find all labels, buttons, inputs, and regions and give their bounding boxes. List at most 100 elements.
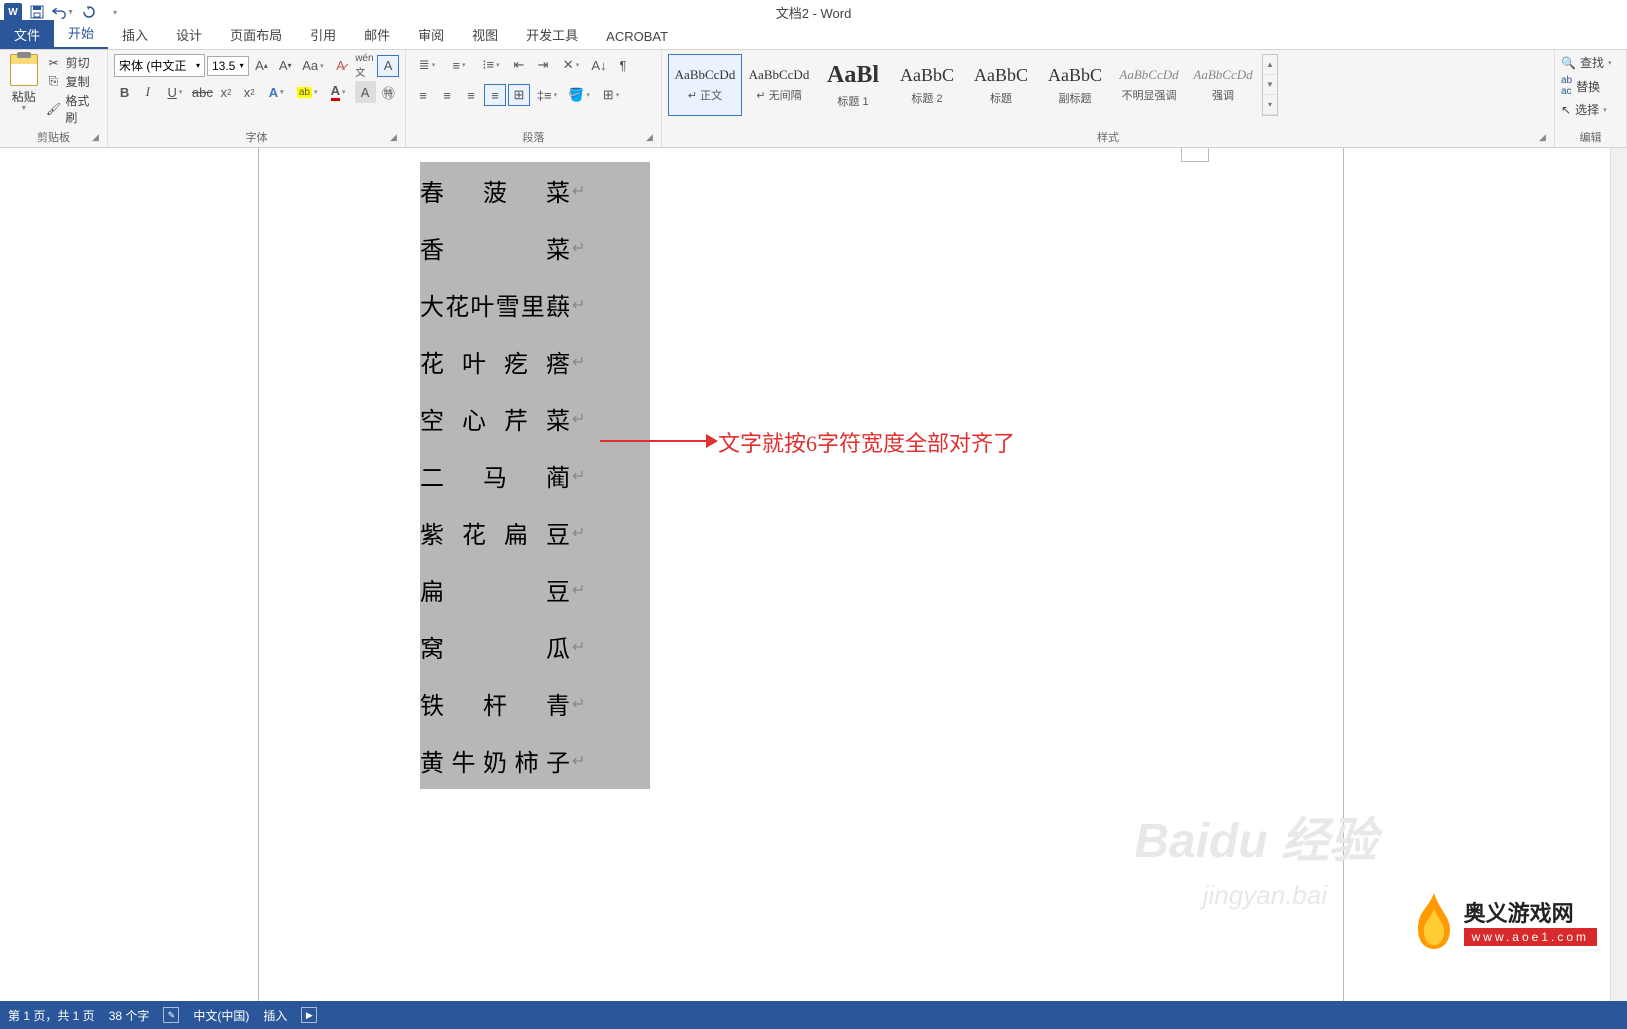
italic-button[interactable]: I	[137, 81, 158, 103]
status-words[interactable]: 38 个字	[109, 1007, 150, 1024]
find-button[interactable]: 🔍查找▾	[1561, 54, 1620, 71]
replace-button[interactable]: abac替换	[1561, 75, 1620, 97]
font-color-button[interactable]: A▾	[324, 81, 353, 103]
document-line[interactable]: 窝瓜↵	[420, 618, 650, 675]
styles-group-label: 样式	[668, 127, 1548, 145]
char-border-button[interactable]: A	[377, 55, 399, 77]
tab-insert[interactable]: 插入	[108, 20, 162, 49]
line-text: 空心芹菜	[420, 401, 570, 436]
paragraph-dialog-launcher[interactable]: ◢	[646, 132, 658, 144]
shading-button[interactable]: 🪣▾	[564, 84, 594, 106]
tab-view[interactable]: 视图	[458, 20, 512, 49]
tab-file[interactable]: 文件	[0, 20, 54, 49]
line-spacing-button[interactable]: ‡≡▾	[532, 84, 562, 106]
gallery-up-button[interactable]: ▲	[1263, 55, 1277, 75]
asian-layout-button[interactable]: ✕▾	[556, 54, 586, 76]
decrease-indent-button[interactable]: ⇤	[508, 54, 530, 76]
strike-button[interactable]: abc	[191, 81, 213, 103]
clear-format-button[interactable]: A̷	[330, 55, 352, 77]
flame-icon	[1410, 891, 1458, 951]
style-item-7[interactable]: AaBbCcDd强调	[1186, 54, 1260, 116]
styles-gallery[interactable]: AaBbCcDd↵ 正文AaBbCcDd↵ 无间隔AaBl标题 1AaBbC标题…	[668, 54, 1260, 116]
selected-text-block[interactable]: 春菠菜↵香菜↵大花叶雪里蕻↵花叶疙瘩↵空心芹菜↵二马蔺↵紫花扁豆↵扁豆↵窝瓜↵铁…	[420, 162, 650, 789]
tab-review[interactable]: 审阅	[404, 20, 458, 49]
paragraph-mark-icon: ↵	[572, 409, 585, 429]
status-mode[interactable]: 插入	[263, 1007, 287, 1024]
style-item-1[interactable]: AaBbCcDd↵ 无间隔	[742, 54, 816, 116]
cut-button[interactable]: ✂剪切	[46, 54, 101, 71]
phonetic-guide-button[interactable]: wén文	[354, 55, 376, 77]
paragraph-mark-icon: ↵	[572, 580, 585, 600]
brush-icon: 🖌	[46, 101, 62, 117]
clipboard-dialog-launcher[interactable]: ◢	[92, 132, 104, 144]
document-line[interactable]: 紫花扁豆↵	[420, 504, 650, 561]
tab-developer[interactable]: 开发工具	[512, 20, 592, 49]
distributed-button[interactable]: ⊞	[508, 84, 530, 106]
bold-button[interactable]: B	[114, 81, 135, 103]
tab-references[interactable]: 引用	[296, 20, 350, 49]
tab-design[interactable]: 设计	[162, 20, 216, 49]
paragraph-mark-icon: ↵	[572, 181, 585, 201]
style-item-6[interactable]: AaBbCcDd不明显强调	[1112, 54, 1186, 116]
style-name-label: 标题 2	[911, 90, 942, 106]
select-icon: ↖	[1561, 103, 1571, 117]
tab-home[interactable]: 开始	[54, 18, 108, 49]
tab-layout[interactable]: 页面布局	[216, 20, 296, 49]
document-line[interactable]: 扁豆↵	[420, 561, 650, 618]
gallery-more-button[interactable]: ▾	[1263, 95, 1277, 115]
select-button[interactable]: ↖选择▾	[1561, 101, 1620, 118]
sort-button[interactable]: A↓	[588, 54, 610, 76]
tab-mailings[interactable]: 邮件	[350, 20, 404, 49]
style-item-5[interactable]: AaBbC副标题	[1038, 54, 1112, 116]
document-line[interactable]: 香菜↵	[420, 219, 650, 276]
style-item-0[interactable]: AaBbCcDd↵ 正文	[668, 54, 742, 116]
highlight-button[interactable]: ab▾	[293, 81, 322, 103]
status-proofing-icon[interactable]: ✎	[163, 1007, 179, 1023]
font-dialog-launcher[interactable]: ◢	[390, 132, 402, 144]
status-language[interactable]: 中文(中国)	[193, 1007, 249, 1024]
document-line[interactable]: 大花叶雪里蕻↵	[420, 276, 650, 333]
underline-button[interactable]: U▾	[160, 81, 189, 103]
style-item-2[interactable]: AaBl标题 1	[816, 54, 890, 116]
align-center-button[interactable]: ≡	[436, 84, 458, 106]
document-line[interactable]: 春菠菜↵	[420, 162, 650, 219]
multilevel-button[interactable]: ⁝≡▾	[476, 54, 506, 76]
superscript-button[interactable]: x2	[239, 81, 260, 103]
grow-font-button[interactable]: A▴	[251, 55, 273, 77]
document-line[interactable]: 二马蔺↵	[420, 447, 650, 504]
document-line[interactable]: 黄牛奶柿子↵	[420, 732, 650, 789]
font-size-combo[interactable]: 13.5▾	[207, 56, 249, 76]
enclose-char-button[interactable]: ㊕	[378, 81, 399, 103]
format-painter-label: 格式刷	[65, 92, 101, 126]
document-line[interactable]: 花叶疙瘩↵	[420, 333, 650, 390]
copy-button[interactable]: ⎘复制	[46, 73, 101, 90]
status-page[interactable]: 第 1 页，共 1 页	[8, 1007, 95, 1024]
style-item-4[interactable]: AaBbC标题	[964, 54, 1038, 116]
document-line[interactable]: 铁杆青↵	[420, 675, 650, 732]
char-shading-button[interactable]: A	[355, 81, 376, 103]
bullets-button[interactable]: ≣▾	[412, 54, 442, 76]
align-right-button[interactable]: ≡	[460, 84, 482, 106]
status-macro-icon[interactable]: ▶	[301, 1007, 317, 1023]
align-left-button[interactable]: ≡	[412, 84, 434, 106]
borders-button[interactable]: ⊞▾	[596, 84, 626, 106]
text-effects-button[interactable]: A▾	[262, 81, 291, 103]
justify-button[interactable]: ≡	[484, 84, 506, 106]
paste-button[interactable]: 粘贴 ▼	[6, 54, 42, 112]
style-item-3[interactable]: AaBbC标题 2	[890, 54, 964, 116]
editing-group-label: 编辑	[1561, 127, 1620, 145]
gallery-down-button[interactable]: ▼	[1263, 75, 1277, 95]
tab-acrobat[interactable]: ACROBAT	[592, 24, 682, 49]
vertical-scrollbar[interactable]	[1610, 148, 1627, 1001]
format-painter-button[interactable]: 🖌格式刷	[46, 92, 101, 126]
font-name-combo[interactable]: 宋体 (中文正▾	[114, 54, 205, 77]
gallery-scroll[interactable]: ▲ ▼ ▾	[1262, 54, 1278, 116]
change-case-button[interactable]: Aa▾	[298, 55, 328, 77]
numbering-button[interactable]: ≡▾	[444, 54, 474, 76]
increase-indent-button[interactable]: ⇥	[532, 54, 554, 76]
document-line[interactable]: 空心芹菜↵	[420, 390, 650, 447]
show-marks-button[interactable]: ¶	[612, 54, 634, 76]
styles-dialog-launcher[interactable]: ◢	[1539, 132, 1551, 144]
subscript-button[interactable]: x2	[215, 81, 236, 103]
shrink-font-button[interactable]: A▾	[274, 55, 296, 77]
